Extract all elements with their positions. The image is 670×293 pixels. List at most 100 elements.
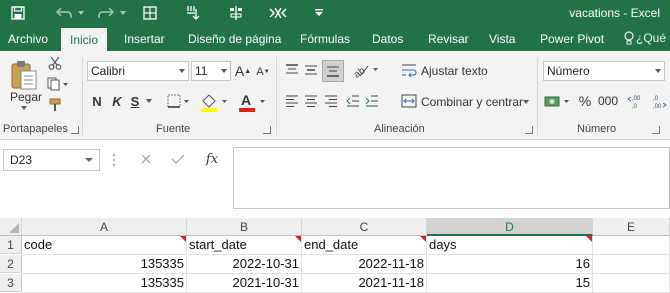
shrink-font-button[interactable]: A ▼ [255, 63, 271, 81]
tell-me-box[interactable]: ¿Qué [624, 31, 666, 45]
tab-archivo[interactable]: Archivo [8, 27, 48, 51]
align-bottom-icon[interactable] [322, 60, 344, 82]
column-header-e[interactable]: E [593, 218, 670, 236]
cell-d3[interactable]: 15 [427, 274, 593, 293]
font-size-value: 11 [195, 64, 208, 78]
paste-dropdown-icon[interactable] [21, 106, 27, 110]
bold-button[interactable]: N [90, 92, 104, 110]
font-color-button[interactable]: A [236, 91, 268, 113]
tab-datos[interactable]: Datos [372, 27, 403, 51]
tab-inicio[interactable]: Inicio [61, 27, 108, 51]
align-icon[interactable] [226, 3, 246, 23]
tab-vista[interactable]: Vista [489, 27, 515, 51]
percent-style-button[interactable]: % [578, 92, 592, 110]
increase-indent-icon[interactable] [363, 92, 381, 110]
undo-dropdown-icon[interactable] [76, 3, 86, 23]
save-icon[interactable] [8, 3, 28, 23]
tab-diseno-de-pagina[interactable]: Diseño de página [188, 27, 281, 51]
row-header-3[interactable]: 3 [0, 274, 22, 292]
tab-power-pivot[interactable]: Power Pivot [540, 27, 604, 51]
decrease-decimal-icon[interactable]: ,0,00 [648, 92, 668, 110]
cell-a1[interactable]: code [22, 236, 187, 255]
grow-font-button[interactable]: A ▲ [235, 62, 251, 80]
row-header-1[interactable]: 1 [0, 236, 22, 254]
increase-decimal-icon[interactable]: ,00,0 [626, 92, 646, 110]
number-format-select[interactable]: Número [543, 61, 665, 81]
cell-b1[interactable]: start_date [187, 236, 302, 255]
redo-icon[interactable] [96, 3, 116, 23]
align-left-icon[interactable] [283, 92, 301, 110]
undo-icon[interactable] [54, 3, 74, 23]
row-header-2[interactable]: 2 [0, 255, 22, 273]
decrease-indent-icon[interactable] [344, 92, 362, 110]
cell-c2[interactable]: 2022-11-18 [302, 255, 427, 274]
number-launcher-icon[interactable] [652, 126, 660, 134]
cell-e1[interactable] [593, 236, 670, 255]
wrap-text-button[interactable]: Ajustar texto [421, 64, 488, 78]
merge-center-button[interactable]: Combinar y centrar [421, 95, 523, 109]
column-header-a[interactable]: A [22, 218, 187, 236]
cell-e2[interactable] [593, 255, 670, 274]
accounting-format-icon[interactable] [543, 92, 573, 110]
cell-a3[interactable]: 135335 [22, 274, 187, 293]
name-box-dropdown-icon[interactable] [85, 158, 93, 162]
clear-format-icon[interactable] [268, 3, 288, 23]
underline-dropdown-icon[interactable] [146, 99, 152, 103]
merge-dropdown-icon[interactable] [523, 100, 529, 104]
cell-c3[interactable]: 2021-11-18 [302, 274, 427, 293]
cell-b2[interactable]: 2022-10-31 [187, 255, 302, 274]
cancel-entry-icon[interactable] [138, 151, 154, 167]
confirm-entry-icon[interactable] [170, 151, 186, 167]
column-header-d[interactable]: D [427, 218, 593, 236]
svg-text:,00: ,00 [653, 104, 662, 109]
borders-grid-icon[interactable] [140, 3, 160, 23]
column-header-b[interactable]: B [187, 218, 302, 236]
cell-a2[interactable]: 135335 [22, 255, 187, 274]
font-launcher-icon[interactable] [263, 126, 271, 134]
underline-button[interactable]: S [128, 92, 142, 110]
italic-button[interactable]: K [110, 92, 124, 110]
tab-revisar[interactable]: Revisar [428, 27, 469, 51]
cell-c1[interactable]: end_date [302, 236, 427, 255]
font-size-select[interactable]: 11 [191, 61, 231, 81]
align-middle-icon[interactable] [302, 61, 320, 79]
copy-icon[interactable] [46, 75, 70, 93]
merge-center-icon[interactable] [400, 92, 418, 110]
customize-toolbar-icon[interactable] [312, 3, 326, 23]
tab-insertar[interactable]: Insertar [124, 27, 165, 51]
orientation-icon[interactable]: ab [351, 61, 381, 79]
format-painter-icon[interactable] [46, 96, 64, 114]
fill-color-button[interactable] [198, 91, 230, 113]
name-box[interactable]: D23 [3, 149, 100, 171]
borders-button[interactable] [166, 92, 192, 110]
align-right-icon[interactable] [322, 92, 340, 110]
formula-bar-grip-icon[interactable] [112, 152, 116, 168]
freeze-panes-icon[interactable] [184, 3, 204, 23]
comment-indicator[interactable] [180, 236, 186, 242]
cut-icon[interactable] [46, 54, 64, 72]
wrap-text-icon[interactable] [400, 61, 418, 79]
paste-icon[interactable] [6, 57, 42, 93]
cell-b3[interactable]: 2021-10-31 [187, 274, 302, 293]
comment-indicator[interactable] [295, 236, 301, 242]
clipboard-launcher-icon[interactable] [71, 126, 79, 134]
cell-d1[interactable]: days [427, 236, 593, 255]
comment-indicator[interactable] [586, 236, 592, 242]
column-header-c[interactable]: C [302, 218, 427, 236]
paste-button[interactable]: Pegar [10, 90, 42, 104]
insert-function-button[interactable]: fx [202, 150, 222, 168]
title-bar: vacations - Excel [0, 0, 670, 27]
cell-d2[interactable]: 16 [427, 255, 593, 274]
formula-input[interactable] [233, 147, 670, 209]
select-all-corner[interactable] [0, 218, 22, 236]
cell-e3[interactable] [593, 274, 670, 293]
comma-style-button[interactable]: 000 [596, 92, 620, 110]
redo-dropdown-icon[interactable] [118, 3, 128, 23]
align-top-icon[interactable] [283, 61, 301, 79]
comment-indicator[interactable] [420, 236, 426, 242]
tab-formulas[interactable]: Fórmulas [300, 27, 350, 51]
align-center-icon[interactable] [302, 92, 320, 110]
font-name-select[interactable]: Calibri [87, 61, 189, 81]
alignment-launcher-icon[interactable] [525, 126, 533, 134]
svg-text:,0: ,0 [653, 96, 659, 102]
